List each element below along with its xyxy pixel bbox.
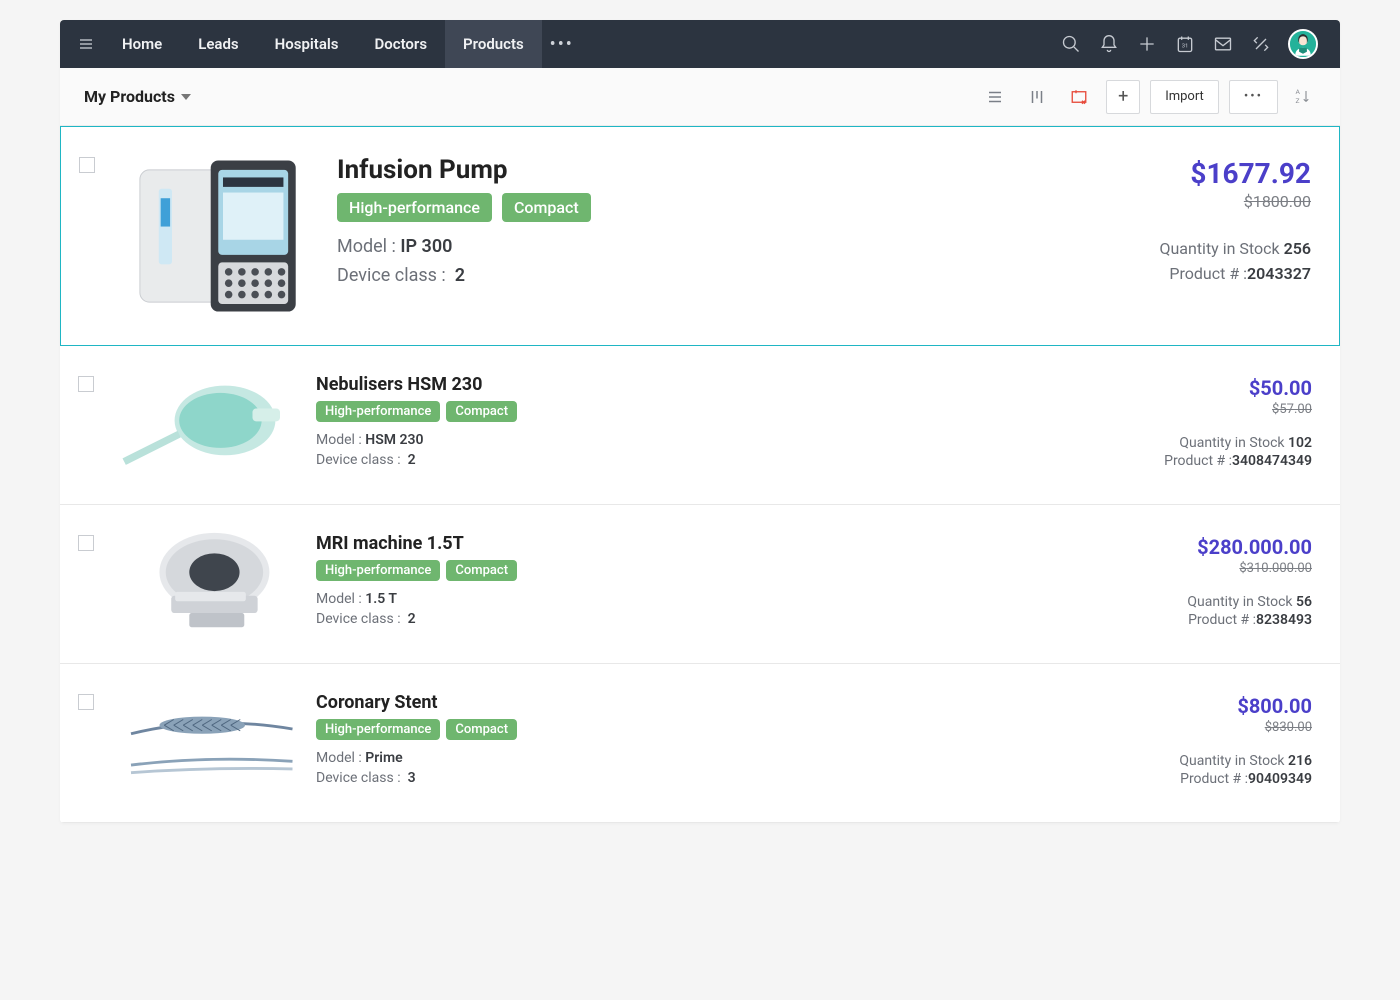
- list-view-icon[interactable]: [980, 82, 1010, 112]
- view-selector[interactable]: My Products: [84, 87, 191, 106]
- label-device-class: Device class :: [316, 770, 401, 786]
- value-device-class: 2: [455, 265, 465, 286]
- product-price: $50.00: [1052, 376, 1312, 400]
- nav-tab-doctors[interactable]: Doctors: [357, 20, 446, 68]
- nav-tab-home[interactable]: Home: [104, 20, 180, 68]
- svg-text:A: A: [1296, 88, 1301, 96]
- nav-tabs: Home Leads Hospitals Doctors Products: [104, 20, 542, 68]
- subheader-tools: + Import ••• AZ: [980, 80, 1316, 114]
- mail-icon[interactable]: [1212, 33, 1234, 55]
- product-image: [112, 529, 302, 639]
- calendar-icon[interactable]: 31: [1174, 33, 1196, 55]
- value-product-no: 2043327: [1247, 264, 1311, 283]
- product-list: Infusion Pump High-performance Compact M…: [60, 126, 1340, 823]
- nav-more-icon[interactable]: •••: [542, 34, 582, 55]
- label-device-class: Device class :: [337, 265, 446, 286]
- create-button[interactable]: +: [1106, 80, 1140, 114]
- product-image: [112, 370, 302, 480]
- value-product-no: 90409349: [1248, 771, 1312, 787]
- search-icon[interactable]: [1060, 33, 1082, 55]
- label-model: Model :: [316, 591, 362, 607]
- value-device-class: 2: [408, 611, 416, 627]
- kanban-view-icon[interactable]: [1022, 82, 1052, 112]
- product-image: [112, 688, 302, 798]
- value-product-no: 8238493: [1256, 612, 1312, 628]
- product-original-price: $310.000.00: [1052, 561, 1312, 576]
- label-qty: Quantity in Stock: [1179, 753, 1284, 769]
- product-row[interactable]: Nebulisers HSM 230 High-performance Comp…: [60, 346, 1340, 505]
- top-nav: Home Leads Hospitals Doctors Products ••…: [60, 20, 1340, 68]
- tag: High-performance: [316, 560, 440, 581]
- bell-icon[interactable]: [1098, 33, 1120, 55]
- row-checkbox[interactable]: [79, 157, 95, 173]
- product-row[interactable]: Infusion Pump High-performance Compact M…: [60, 126, 1340, 346]
- plus-icon[interactable]: [1136, 33, 1158, 55]
- value-qty: 256: [1284, 239, 1311, 258]
- tag: Compact: [446, 401, 517, 422]
- tag: High-performance: [316, 401, 440, 422]
- row-checkbox[interactable]: [78, 535, 94, 551]
- row-checkbox[interactable]: [78, 694, 94, 710]
- value-qty: 56: [1296, 594, 1312, 610]
- product-title: MRI machine 1.5T: [316, 533, 1052, 554]
- label-device-class: Device class :: [316, 611, 401, 627]
- value-model: IP 300: [400, 236, 452, 257]
- import-button[interactable]: Import: [1150, 80, 1219, 114]
- tag: Compact: [446, 560, 517, 581]
- value-device-class: 3: [408, 770, 416, 786]
- tag: Compact: [446, 719, 517, 740]
- value-device-class: 2: [408, 452, 416, 468]
- view-name: My Products: [84, 87, 175, 106]
- label-product-no: Product # :: [1169, 264, 1247, 283]
- label-device-class: Device class :: [316, 452, 401, 468]
- nav-tab-hospitals[interactable]: Hospitals: [257, 20, 357, 68]
- product-row[interactable]: Coronary Stent High-performance Compact …: [60, 664, 1340, 823]
- value-model: Prime: [365, 750, 402, 766]
- value-model: HSM 230: [365, 432, 423, 448]
- tag: High-performance: [337, 193, 492, 222]
- row-checkbox[interactable]: [78, 376, 94, 392]
- label-qty: Quantity in Stock: [1179, 435, 1284, 451]
- nav-tab-leads[interactable]: Leads: [180, 20, 256, 68]
- product-title: Infusion Pump: [337, 155, 1051, 185]
- label-product-no: Product # :: [1188, 612, 1256, 628]
- value-product-no: 3408474349: [1232, 453, 1312, 469]
- product-title: Nebulisers HSM 230: [316, 374, 1052, 395]
- product-original-price: $57.00: [1052, 402, 1312, 417]
- product-price: $280.000.00: [1052, 535, 1312, 559]
- product-original-price: $830.00: [1052, 720, 1312, 735]
- label-model: Model :: [316, 432, 362, 448]
- caret-down-icon: [181, 94, 191, 100]
- nav-utility-icons: 31: [1046, 29, 1332, 59]
- label-model: Model :: [316, 750, 362, 766]
- value-qty: 102: [1288, 435, 1312, 451]
- nav-tab-products[interactable]: Products: [445, 20, 542, 68]
- svg-text:Z: Z: [1296, 97, 1300, 105]
- label-model: Model :: [337, 236, 396, 257]
- tag: Compact: [502, 193, 591, 222]
- svg-text:31: 31: [1182, 43, 1189, 49]
- sort-icon[interactable]: AZ: [1290, 82, 1316, 112]
- product-title: Coronary Stent: [316, 692, 1052, 713]
- product-price: $800.00: [1052, 694, 1312, 718]
- canvas-view-icon[interactable]: [1064, 82, 1094, 112]
- value-qty: 216: [1288, 753, 1312, 769]
- product-image: [115, 151, 315, 321]
- value-model: 1.5 T: [365, 591, 397, 607]
- subheader: My Products + Import ••• AZ: [60, 68, 1340, 126]
- label-product-no: Product # :: [1164, 453, 1232, 469]
- hamburger-icon[interactable]: [68, 20, 104, 68]
- avatar[interactable]: [1288, 29, 1318, 59]
- label-product-no: Product # :: [1180, 771, 1248, 787]
- product-original-price: $1800.00: [1051, 192, 1311, 211]
- product-row[interactable]: MRI machine 1.5T High-performance Compac…: [60, 505, 1340, 664]
- tag: High-performance: [316, 719, 440, 740]
- label-qty: Quantity in Stock: [1187, 594, 1292, 610]
- more-actions-button[interactable]: •••: [1229, 80, 1278, 114]
- product-price: $1677.92: [1051, 157, 1311, 190]
- label-qty: Quantity in Stock: [1159, 239, 1279, 258]
- tools-icon[interactable]: [1250, 33, 1272, 55]
